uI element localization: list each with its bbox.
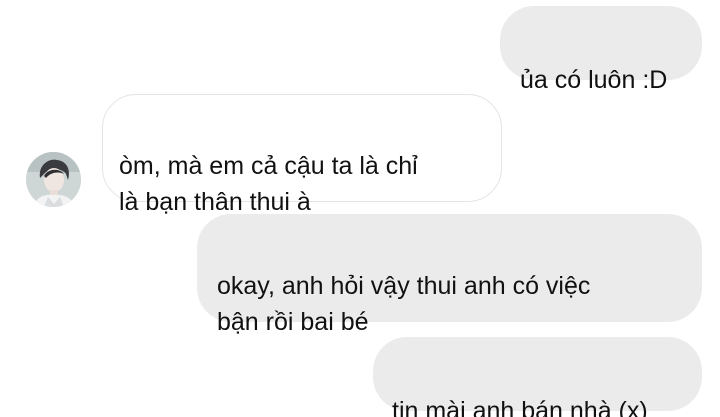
avatar-photo-icon [26,152,81,207]
contact-avatar[interactable] [26,152,81,207]
message-bubble-outgoing[interactable]: okay, anh hỏi vậy thui anh có việc bận r… [197,214,702,336]
chat-thread: ủa có luôn :D òm, mà em cả cậu ta là chỉ… [0,0,720,417]
message-text: òm, mà em cả cậu ta là chỉ là bạn thân t… [119,152,418,216]
message-bubble-incoming[interactable]: òm, mà em cả cậu ta là chỉ là bạn thân t… [102,94,502,216]
message-bubble-outgoing[interactable]: tin mài anh bán nhà (x) [373,337,702,417]
message-text: ủa có luôn :D [520,66,668,94]
message-bubble-outgoing[interactable]: ủa có luôn :D [500,6,702,94]
message-text: okay, anh hỏi vậy thui anh có việc bận r… [217,272,591,336]
message-text: tin mài anh bán nhà (x) [392,397,648,417]
